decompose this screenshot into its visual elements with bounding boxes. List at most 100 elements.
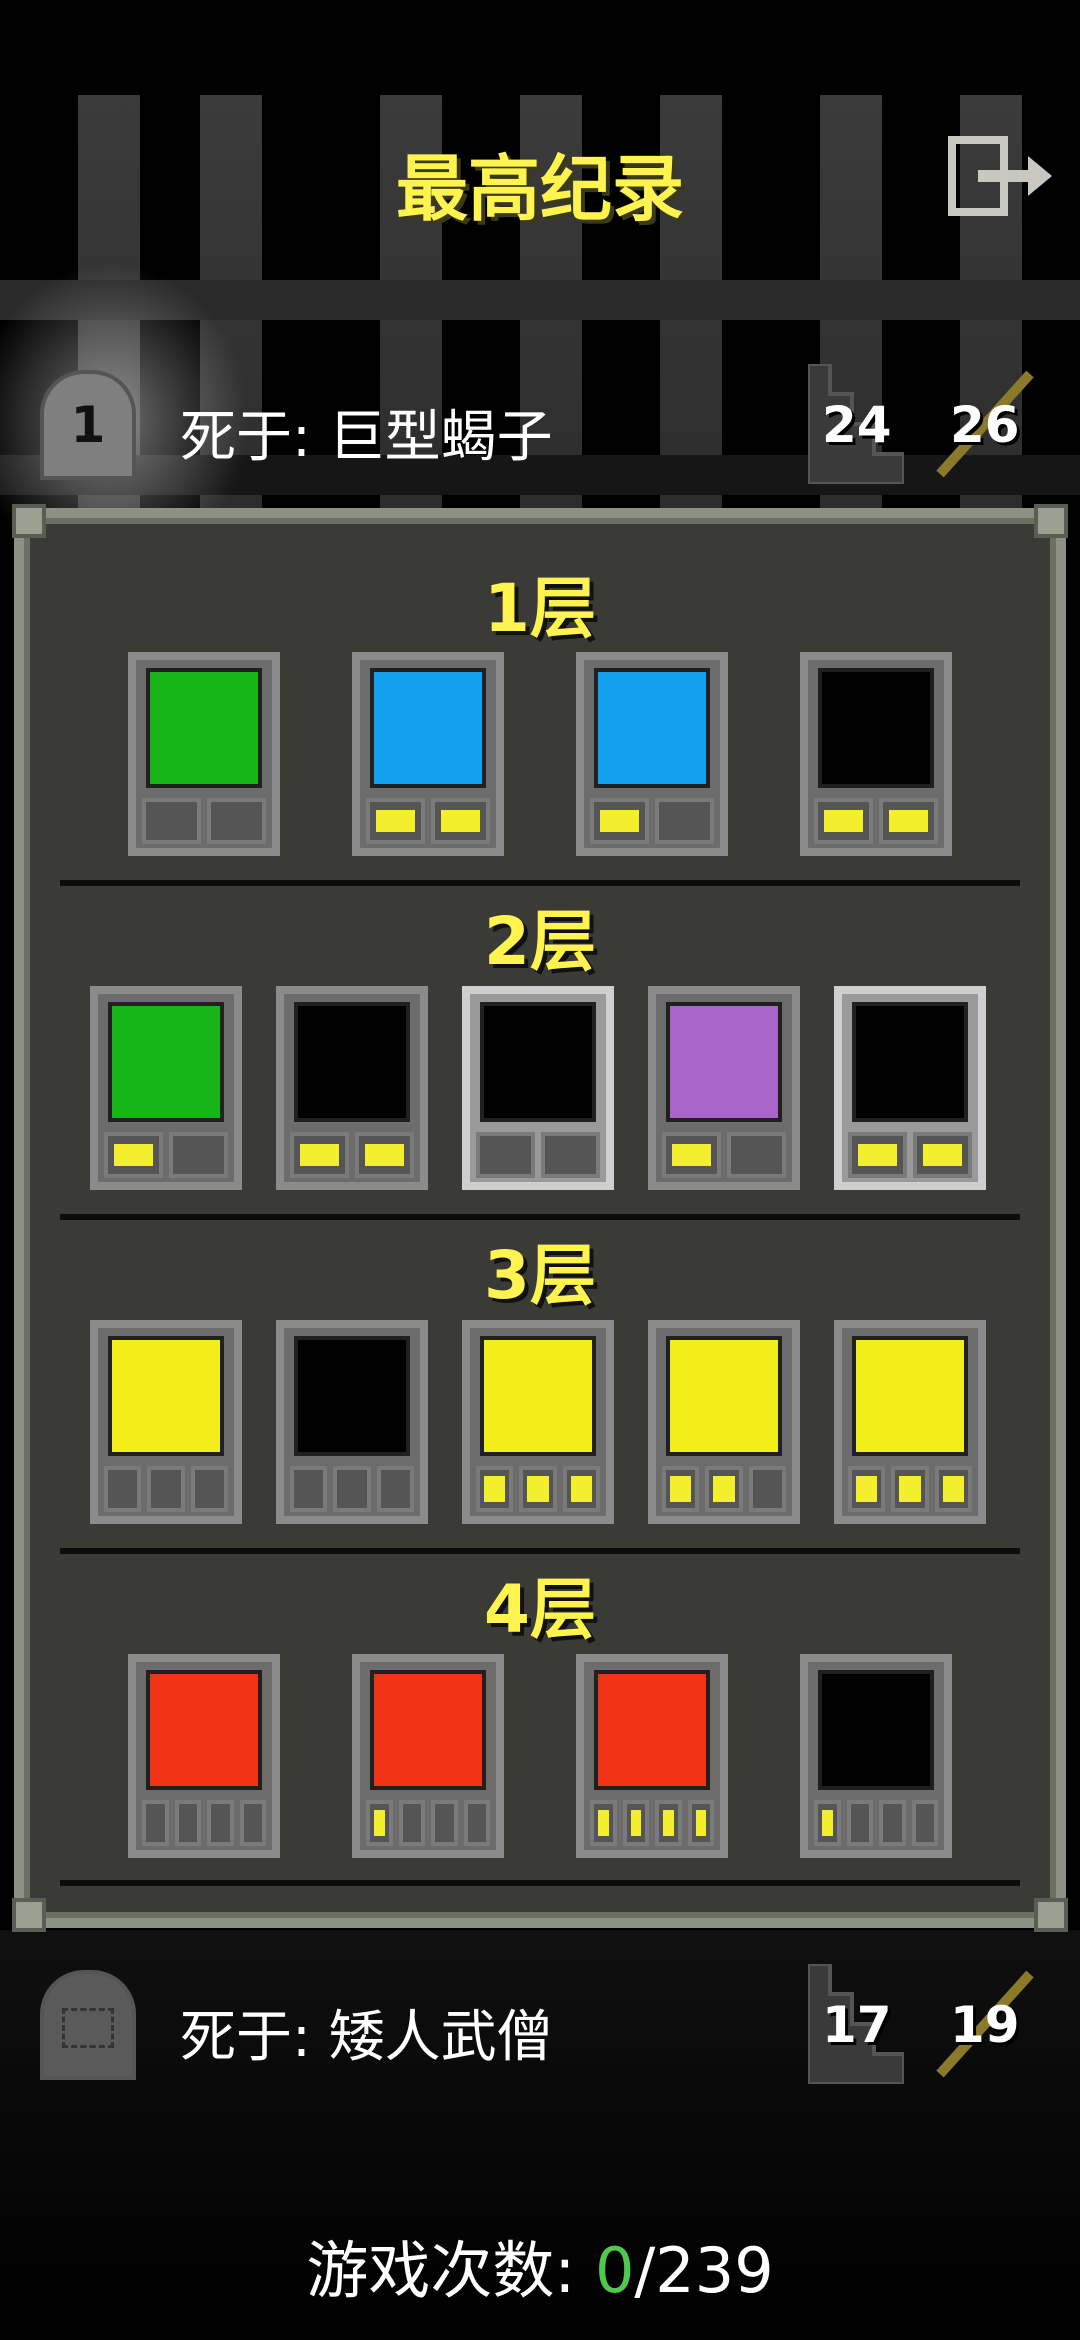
upgrade-slot	[476, 1466, 514, 1512]
upgrade-slot	[814, 1800, 841, 1846]
upgrade-slots	[476, 1132, 600, 1178]
upgrade-slots	[848, 1466, 972, 1512]
item-slot[interactable]	[276, 1320, 428, 1524]
tombstone-icon: 1	[40, 370, 136, 480]
upgrade-slot	[239, 1800, 266, 1846]
upgrade-slots	[814, 1800, 938, 1846]
upgrade-slot	[562, 1466, 600, 1512]
upgrade-slot	[655, 1800, 682, 1846]
upgrade-slots	[662, 1466, 786, 1512]
level-value: 19	[950, 1996, 1020, 2054]
upgrade-slot	[355, 1132, 414, 1178]
upgrade-slot	[541, 1132, 600, 1178]
item-slot[interactable]	[276, 986, 428, 1190]
games-total: /239	[634, 2234, 774, 2307]
yellow-shield-icon	[818, 668, 934, 788]
green-bell-icon	[818, 1670, 934, 1790]
full-battery-icon	[294, 1002, 410, 1122]
item-slot[interactable]	[800, 652, 952, 856]
floor-divider	[60, 1214, 1020, 1220]
item-slot[interactable]	[576, 1654, 728, 1858]
upgrade-slot	[207, 798, 266, 844]
record-row[interactable]: 死于: 矮人武僧 17 19	[0, 1964, 1080, 2084]
item-slot[interactable]	[128, 652, 280, 856]
tombstone-icon	[40, 1970, 136, 2080]
item-slot[interactable]	[834, 986, 986, 1190]
upgrade-slot	[169, 1132, 228, 1178]
upgrade-slot	[366, 1800, 393, 1846]
upgrade-slot	[104, 1466, 142, 1512]
upgrade-slots	[476, 1466, 600, 1512]
purple-wand-pink-icon	[666, 1002, 782, 1122]
games-wins: 0	[594, 2234, 635, 2307]
empty-battery-icon	[852, 1002, 968, 1122]
upgrade-slot	[848, 1132, 907, 1178]
floor-label: 1层	[484, 570, 596, 647]
upgrade-slot	[705, 1466, 743, 1512]
panel-corner	[12, 1898, 46, 1932]
floor-divider	[60, 880, 1020, 886]
upgrade-slots	[142, 1800, 266, 1846]
olive-wand-upgrade-icon	[480, 1336, 596, 1456]
item-slot[interactable]	[90, 986, 242, 1190]
item-slot[interactable]	[128, 1654, 280, 1858]
purple-wand-icon	[480, 1002, 596, 1122]
olive-wand-green-battery-icon	[666, 1336, 782, 1456]
upgrade-slot	[934, 1466, 972, 1512]
item-slot[interactable]	[834, 1320, 986, 1524]
upgrade-slots	[290, 1132, 414, 1178]
white-shield-upgrade-icon	[146, 668, 262, 788]
item-slot[interactable]	[648, 986, 800, 1190]
explosion-signal-icon	[146, 1670, 262, 1790]
olive-wand-upgrade-icon	[108, 1336, 224, 1456]
upgrade-slot	[590, 1800, 617, 1846]
item-slot[interactable]	[90, 1320, 242, 1524]
upgrade-slots	[142, 798, 266, 844]
death-cause: 死于: 矮人武僧	[180, 2005, 553, 2070]
record-rank: 1	[70, 396, 106, 454]
games-label: 游戏次数:	[306, 2234, 576, 2307]
item-slot[interactable]	[352, 652, 504, 856]
upgrade-slot	[290, 1132, 349, 1178]
upgrade-slots	[590, 1800, 714, 1846]
upgrade-slot	[913, 1132, 972, 1178]
floor-divider	[60, 1880, 1020, 1886]
upgrade-slot	[848, 1466, 886, 1512]
upgrade-slots	[662, 1132, 786, 1178]
upgrade-slot	[748, 1466, 786, 1512]
floor-divider	[60, 1548, 1020, 1554]
upgrade-slot	[333, 1466, 371, 1512]
upgrade-slots	[104, 1132, 228, 1178]
floor-label: 4层	[484, 1571, 596, 1648]
white-shield-battery-icon	[108, 1002, 224, 1122]
upgrade-slot	[142, 798, 201, 844]
exit-icon[interactable]	[944, 136, 1056, 216]
item-slot[interactable]	[648, 1320, 800, 1524]
upgrade-slot	[590, 798, 649, 844]
upgrade-slots	[104, 1466, 228, 1512]
upgrade-slot	[376, 1466, 414, 1512]
floor-label: 2层	[484, 903, 596, 980]
item-slot[interactable]	[800, 1654, 952, 1858]
panel-corner	[1034, 1898, 1068, 1932]
upgrade-slot	[879, 798, 938, 844]
item-slot[interactable]	[462, 986, 614, 1190]
explosion-upgrade-icon	[370, 1670, 486, 1790]
upgrade-slot	[519, 1466, 557, 1512]
panel-corner	[12, 504, 46, 538]
upgrade-slot	[463, 1800, 490, 1846]
upgrade-slot	[727, 1132, 786, 1178]
upgrade-slot	[662, 1132, 721, 1178]
record-row[interactable]: 1 死于: 巨型蝎子 24 26	[0, 364, 1080, 484]
upgrade-slot	[147, 1466, 185, 1512]
upgrade-slot	[662, 1466, 700, 1512]
upgrade-slots	[848, 1132, 972, 1178]
item-slot[interactable]	[462, 1320, 614, 1524]
item-slot[interactable]	[352, 1654, 504, 1858]
item-slot[interactable]	[576, 652, 728, 856]
panel-corner	[1034, 504, 1068, 538]
explosion-shield-icon	[594, 1670, 710, 1790]
upgrade-slot	[431, 798, 490, 844]
death-cause: 死于: 巨型蝎子	[180, 405, 553, 470]
upgrade-slot	[104, 1132, 163, 1178]
